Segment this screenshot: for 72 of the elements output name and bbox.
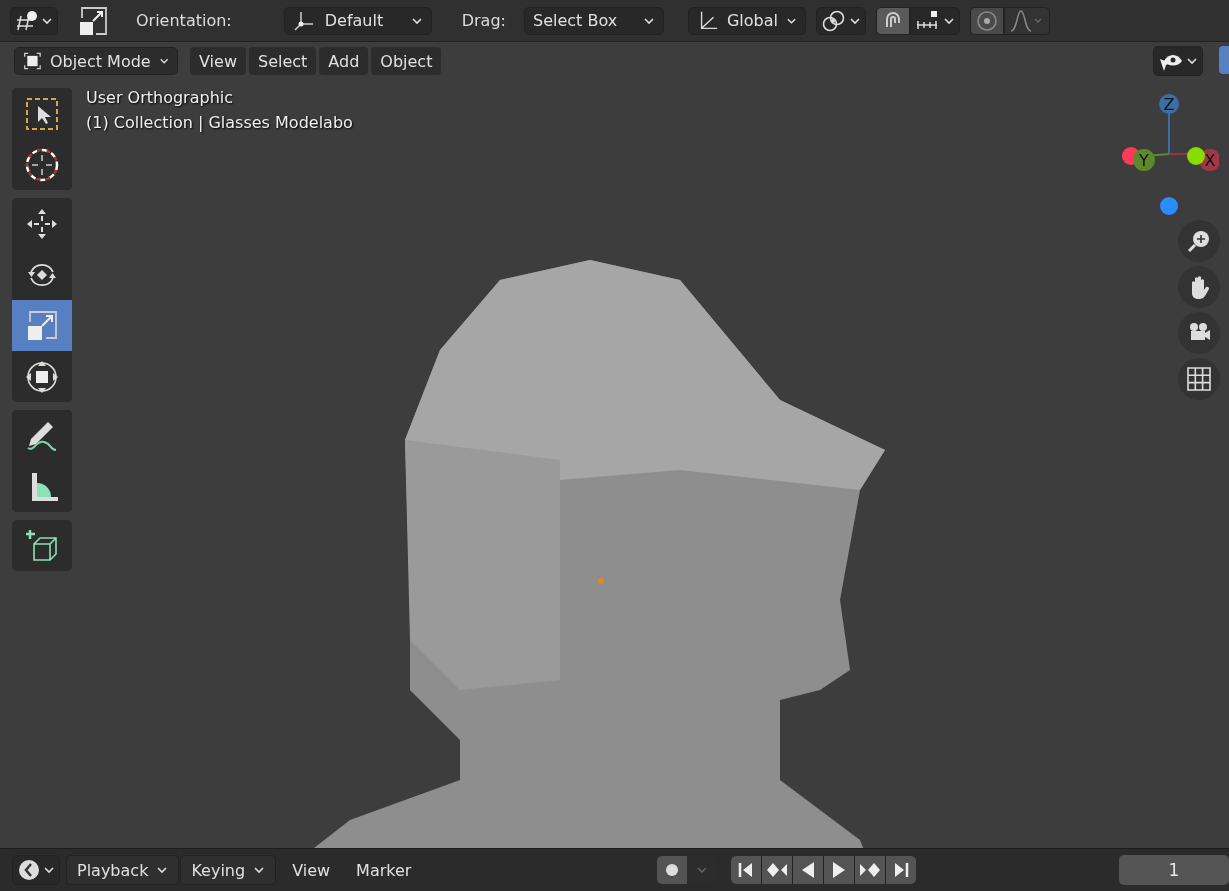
caret-icon: [942, 16, 955, 25]
menu-item[interactable]: Add: [319, 47, 369, 75]
caret-icon: [43, 866, 55, 874]
caret-icon: [158, 57, 169, 65]
menu-item[interactable]: View: [190, 47, 246, 75]
next-keyframe-button[interactable]: [855, 856, 886, 884]
menu-item[interactable]: Select: [248, 47, 317, 75]
drag-label: Drag:: [461, 11, 506, 30]
tool-button[interactable]: [12, 198, 72, 249]
grid-view-button[interactable]: [1178, 358, 1220, 400]
magnifier-plus-icon: [1186, 228, 1212, 254]
frame-field[interactable]: 1: [1119, 855, 1229, 885]
grid-icon: [1186, 366, 1212, 392]
keyframe-back-icon: [766, 861, 789, 879]
snap-target-button[interactable]: [815, 6, 866, 35]
visibility-dropdown[interactable]: [1153, 46, 1203, 76]
timeline-menu[interactable]: Marker: [346, 855, 422, 885]
snap-toggle[interactable]: [875, 6, 910, 35]
proportional-edit-toggle[interactable]: [969, 6, 1004, 35]
caret-icon: [410, 16, 423, 25]
zoom-button[interactable]: [1178, 220, 1220, 262]
menu-item[interactable]: Object: [371, 47, 442, 75]
transform-orientation-dropdown[interactable]: Global: [687, 6, 806, 35]
caret-icon: [41, 16, 53, 25]
select-box-icon: [24, 95, 60, 132]
jump-end-icon: [892, 861, 911, 879]
target-circle-icon: [974, 8, 999, 33]
tool-button[interactable]: [12, 461, 72, 512]
object-mode-icon: [23, 50, 42, 72]
tool-button[interactable]: [12, 249, 72, 300]
editor-type-button[interactable]: [12, 855, 60, 885]
caret-icon: [848, 16, 861, 25]
clock-icon: [17, 858, 41, 882]
play-button[interactable]: [824, 856, 855, 884]
scale-transform-icon[interactable]: [78, 5, 108, 36]
tool-button[interactable]: [12, 139, 72, 190]
camera-view-button[interactable]: [1178, 312, 1220, 354]
pivot-icon: [15, 9, 39, 32]
caret-icon: [1186, 57, 1198, 65]
timeline-menu[interactable]: Playback: [66, 855, 180, 885]
record-dot-icon: [665, 863, 680, 877]
pan-button[interactable]: [1178, 266, 1220, 308]
record-button[interactable]: [657, 856, 688, 884]
caret-icon: [642, 16, 655, 25]
linked-circles-icon: [820, 8, 847, 33]
caret-icon: [156, 866, 169, 874]
caret-icon: [786, 16, 797, 25]
tool-button[interactable]: [12, 410, 72, 461]
tool-button[interactable]: [12, 351, 72, 402]
orientation-dropdown[interactable]: Default: [283, 6, 432, 35]
caret-icon: [696, 866, 709, 874]
keyframe-forward-icon: [859, 861, 882, 879]
axis-gizmo-drawing[interactable]: Z Y X: [1119, 92, 1219, 216]
jump-start-button[interactable]: [731, 856, 762, 884]
tool-button[interactable]: [12, 88, 72, 139]
tool-button[interactable]: [12, 520, 72, 571]
snap-increment-button[interactable]: [909, 6, 960, 35]
pivot-point-button[interactable]: [10, 6, 58, 35]
collection-info: (1) Collection | Glasses Modelabo: [86, 113, 354, 132]
falloff-button[interactable]: [1003, 6, 1050, 35]
play-reverse-button[interactable]: [793, 856, 824, 884]
timeline-menu[interactable]: Keying: [180, 855, 277, 885]
add-cube-icon: [24, 527, 60, 564]
prev-keyframe-button[interactable]: [762, 856, 793, 884]
orientation-label: Orientation:: [136, 11, 232, 30]
cursor-icon: [24, 146, 60, 183]
view-name: User Orthographic: [86, 88, 234, 107]
timeline-menu[interactable]: View: [282, 855, 341, 885]
drag-dropdown[interactable]: Select Box: [523, 6, 664, 35]
mode-dropdown[interactable]: Object Mode: [14, 47, 178, 75]
jump-end-button[interactable]: [886, 856, 917, 884]
caret-icon: [253, 866, 266, 874]
